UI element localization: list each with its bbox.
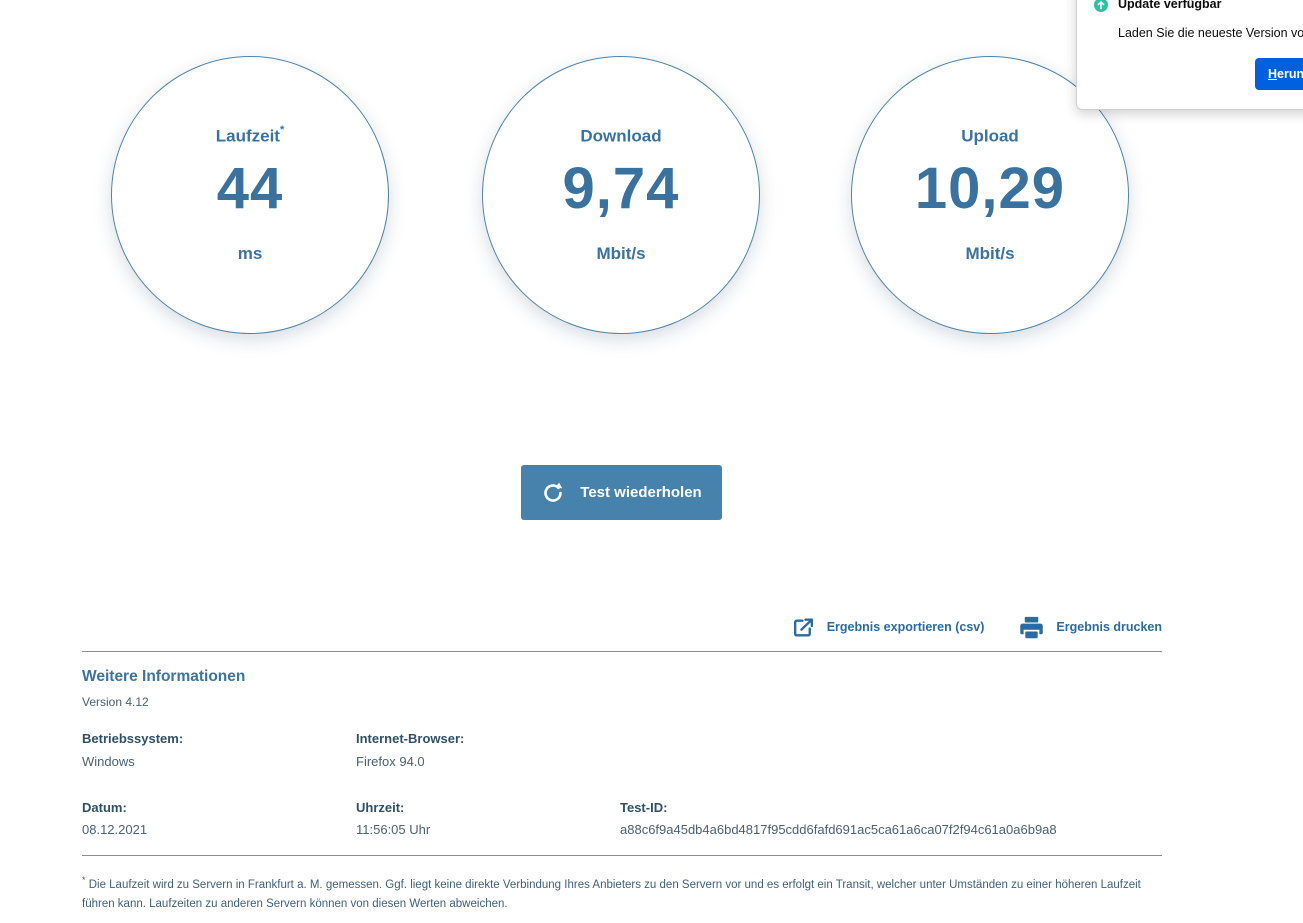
browser-value: Firefox 94.0 — [356, 754, 425, 769]
export-icon — [791, 615, 816, 640]
download-value: 9,74 — [563, 156, 680, 222]
date-label: Datum: — [82, 800, 127, 815]
upload-label: Upload — [961, 126, 1019, 147]
refresh-icon — [541, 481, 565, 505]
laufzeit-footnote: * Die Laufzeit wird zu Servern in Frankf… — [82, 871, 1162, 914]
download-unit: Mbit/s — [596, 244, 645, 264]
testid-label: Test-ID: — [620, 800, 667, 815]
update-popup-title: Update verfügbar — [1118, 0, 1222, 11]
export-csv-link[interactable]: Ergebnis exportieren (csv) — [791, 615, 985, 640]
time-label: Uhrzeit: — [356, 800, 404, 815]
update-popup-message: Laden Sie die neueste Version von Fi — [1118, 26, 1303, 40]
laufzeit-value: 44 — [217, 156, 284, 222]
info-section-title: Weitere Informationen — [82, 668, 245, 686]
download-label: Download — [580, 126, 661, 147]
app-version: Version 4.12 — [82, 695, 149, 709]
divider — [82, 855, 1162, 856]
divider — [82, 651, 1162, 652]
print-result-label: Ergebnis drucken — [1056, 620, 1162, 634]
browser-label: Internet-Browser: — [356, 731, 464, 746]
laufzeit-result-circle: Laufzeit* 44 ms — [111, 56, 389, 334]
laufzeit-unit: ms — [238, 244, 263, 264]
time-value: 11:56:05 Uhr — [356, 822, 430, 837]
os-value: Windows — [82, 754, 135, 769]
laufzeit-label: Laufzeit* — [216, 126, 285, 147]
update-notification-popup: Update verfügbar Laden Sie die neueste V… — [1076, 0, 1303, 110]
laufzeit-footnote-asterisk: * — [280, 124, 284, 136]
upload-value: 10,29 — [915, 156, 1065, 222]
repeat-test-button[interactable]: Test wiederholen — [521, 465, 722, 520]
os-label: Betriebssystem: — [82, 731, 183, 746]
print-result-link[interactable]: Ergebnis drucken — [1018, 614, 1162, 641]
repeat-test-button-label: Test wiederholen — [580, 484, 701, 501]
testid-value: a88c6f9a45db4a6bd4817f95cdd6fafd691ac5ca… — [620, 822, 1057, 837]
download-result-circle: Download 9,74 Mbit/s — [482, 56, 760, 334]
date-value: 08.12.2021 — [82, 822, 147, 837]
speedtest-results-page: Laufzeit* 44 ms Download 9,74 Mbit/s Upl… — [0, 0, 1303, 923]
result-actions: Ergebnis exportieren (csv) Ergebnis druc… — [0, 610, 1162, 644]
printer-icon — [1018, 614, 1045, 641]
upload-unit: Mbit/s — [965, 244, 1014, 264]
update-badge-icon — [1094, 0, 1108, 12]
download-update-button[interactable]: Herunterladen — [1255, 58, 1303, 90]
export-csv-label: Ergebnis exportieren (csv) — [827, 620, 985, 634]
